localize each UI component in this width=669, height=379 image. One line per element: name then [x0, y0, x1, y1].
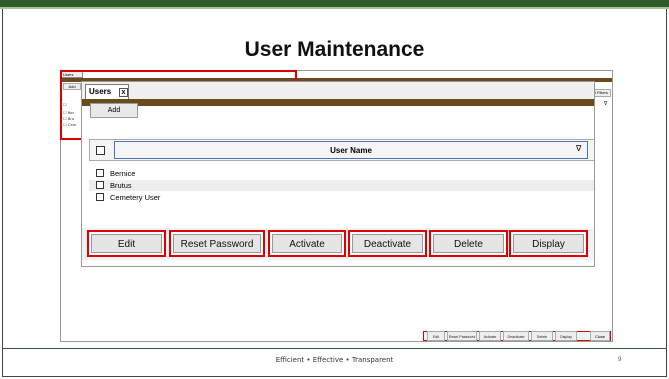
row-checkbox[interactable]	[96, 193, 104, 201]
row-status: A	[594, 180, 595, 191]
funnel-icon[interactable]: ∇	[576, 144, 581, 153]
activate-button[interactable]: Activate	[268, 230, 346, 257]
mini-reset-button[interactable]: Reset Password	[447, 331, 477, 341]
slide-top-bar	[0, 0, 669, 7]
column-header-user-name[interactable]: User Name	[114, 141, 588, 159]
row-checkbox[interactable]	[96, 181, 104, 189]
mini-display-button[interactable]: Display	[555, 331, 577, 341]
row-status: A	[594, 192, 595, 203]
footer-divider	[2, 348, 667, 349]
row-status: A	[594, 168, 595, 179]
tab-bar: Users x	[82, 82, 594, 99]
display-button-label: Display	[513, 234, 584, 253]
tab-users[interactable]: Users x	[85, 84, 129, 99]
user-name: Brutus	[110, 181, 132, 190]
user-name: Cemetery User	[110, 193, 161, 202]
delete-button[interactable]: Delete	[429, 230, 508, 257]
close-icon[interactable]: x	[119, 88, 128, 97]
select-all-checkbox[interactable]	[96, 146, 105, 155]
table-row[interactable]: Brutus A	[89, 180, 595, 191]
reset-password-button[interactable]: Reset Password	[169, 230, 265, 257]
grid-header: User Name ∇	[89, 139, 594, 161]
deactivate-button[interactable]: Deactivate	[348, 230, 427, 257]
table-row[interactable]: Bernice A	[89, 168, 595, 179]
deactivate-button-label: Deactivate	[352, 234, 423, 253]
activate-button-label: Activate	[272, 234, 342, 253]
mini-edit-button[interactable]: Edit	[427, 331, 445, 341]
table-row[interactable]: Cemetery User A	[89, 192, 595, 203]
edit-button-label: Edit	[91, 234, 162, 253]
reset-password-button-label: Reset Password	[173, 234, 261, 253]
mini-delete-button[interactable]: Delete	[531, 331, 553, 341]
delete-button-label: Delete	[433, 234, 504, 253]
bg-filter-icon[interactable]: ∇	[604, 101, 607, 107]
window-header-bar	[82, 99, 594, 106]
row-checkbox[interactable]	[96, 169, 104, 177]
add-button[interactable]: Add	[90, 103, 138, 118]
mini-deactivate-button[interactable]: Deactivate	[503, 331, 529, 341]
slide-footer: Efficient • Effective • Transparent	[275, 356, 394, 364]
page-number: 9	[618, 357, 622, 363]
slide-title: User Maintenance	[244, 38, 425, 61]
mini-activate-button[interactable]: Activate	[479, 331, 501, 341]
edit-button[interactable]: Edit	[87, 230, 166, 257]
display-button[interactable]: Display	[509, 230, 588, 257]
tab-users-label: Users	[89, 87, 112, 96]
user-name: Bernice	[110, 169, 136, 178]
mini-close-button[interactable]: Close	[590, 331, 610, 341]
